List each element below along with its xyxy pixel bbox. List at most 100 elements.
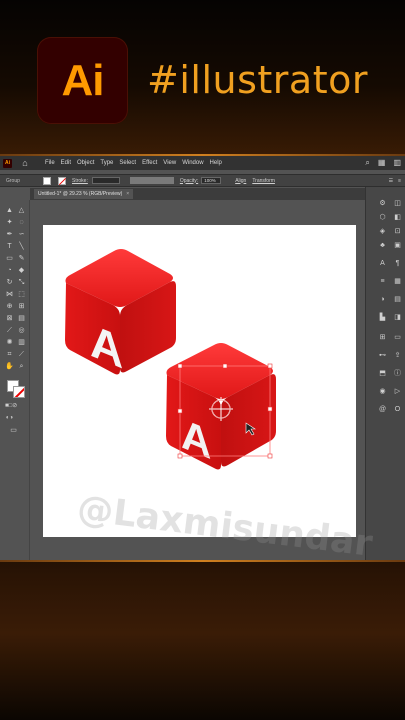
menu-file[interactable]: File xyxy=(45,160,55,166)
transparency-icon[interactable]: ◑ xyxy=(378,295,387,304)
hashtag-title: #illustrator xyxy=(147,58,368,102)
blend-tool-icon[interactable]: ◎ xyxy=(17,326,26,335)
bbox-handle-top[interactable] xyxy=(222,363,228,369)
tools-panel: ▲ △ ✦ ◌ ✒ ∽ T ╲ ▭ ✎ ◔ ◆ ↻ ⤡ ⋈ ⬚ ⊕ ⊞ ⊠ ▤ … xyxy=(0,200,30,560)
layers-icon[interactable]: ◫ xyxy=(393,199,402,208)
line-tool-icon[interactable]: ╲ xyxy=(17,242,26,251)
symbols-icon[interactable]: ♣ xyxy=(378,241,387,250)
bbox-handle-tl[interactable] xyxy=(177,363,183,369)
graphic-styles-icon[interactable]: ▣ xyxy=(393,241,402,250)
type-tool-icon[interactable]: T xyxy=(5,242,14,251)
logo-text: Ai xyxy=(61,55,105,105)
menu-help[interactable]: Help xyxy=(210,160,222,166)
stroke-swatch[interactable] xyxy=(58,176,66,185)
hand-tool-icon[interactable]: ✋ xyxy=(5,362,14,371)
artboards-icon[interactable]: ▭ xyxy=(393,333,402,342)
color-icon[interactable]: ◧ xyxy=(393,213,402,222)
artboard-tool-icon[interactable]: ⌗ xyxy=(5,350,14,359)
stroke-weight-field[interactable] xyxy=(91,177,120,184)
free-transform-icon[interactable]: ⬚ xyxy=(17,290,26,299)
properties-icon[interactable]: ⚙ xyxy=(378,199,387,208)
perspective-grid-icon[interactable]: ⊞ xyxy=(17,302,26,311)
document-tab[interactable]: Untitled-1* @ 29.23 % (RGB/Preview) × xyxy=(34,189,134,199)
transform-panel-icon[interactable]: ⊞ xyxy=(378,333,387,342)
distribute-icon[interactable]: ☰ xyxy=(389,178,393,184)
gradient-tool-icon[interactable]: ▤ xyxy=(17,314,26,323)
lasso-tool-icon[interactable]: ◌ xyxy=(17,218,26,227)
scale-tool-icon[interactable]: ⤡ xyxy=(17,278,26,287)
zoom-tool-icon[interactable]: ⌕ xyxy=(17,362,26,371)
shape-builder-icon[interactable]: ⊕ xyxy=(5,302,14,311)
transform-link[interactable]: Transform xyxy=(252,178,275,184)
eyedropper-tool-icon[interactable]: ⟋ xyxy=(5,326,14,335)
variable-width-profile[interactable] xyxy=(129,177,174,184)
libraries-icon[interactable]: ⬡ xyxy=(378,213,387,222)
menu-effect[interactable]: Effect xyxy=(142,160,157,166)
rectangle-tool-icon[interactable]: ▭ xyxy=(5,254,14,263)
opacity-field[interactable]: 100% xyxy=(201,177,222,184)
swatches-icon[interactable]: ◈ xyxy=(378,227,387,236)
opentype-icon[interactable]: O xyxy=(393,405,402,414)
pen-tool-icon[interactable]: ✒ xyxy=(5,230,14,239)
direct-selection-tool-icon[interactable]: △ xyxy=(17,206,26,215)
character-icon[interactable]: A xyxy=(378,259,387,268)
bbox-handle-br[interactable] xyxy=(267,453,273,459)
rotate-tool-icon[interactable]: ↻ xyxy=(5,278,14,287)
align-link[interactable]: Align xyxy=(235,178,246,184)
fill-swatch[interactable] xyxy=(43,176,51,185)
control-bar: Group Stroke: Opacity: 100% Align Transf… xyxy=(0,174,405,187)
gradient-panel-icon[interactable]: ▦ xyxy=(393,277,402,286)
illustrator-logo-icon: Ai xyxy=(37,37,128,124)
symbol-sprayer-icon[interactable]: ✺ xyxy=(5,338,14,347)
align-panel-icon[interactable]: ▙ xyxy=(378,313,387,322)
menu-type[interactable]: Type xyxy=(100,160,113,166)
eraser-tool-icon[interactable]: ◆ xyxy=(17,266,26,275)
menu-items: File Edit Object Type Select Effect View… xyxy=(45,160,228,166)
graph-tool-icon[interactable]: ▥ xyxy=(17,338,26,347)
magic-wand-icon[interactable]: ✦ xyxy=(5,218,14,227)
menu-bar: Ai ⌂ File Edit Object Type Select Effect… xyxy=(0,156,405,170)
bbox-handle-tr[interactable] xyxy=(267,363,273,369)
pathfinder-icon[interactable]: ◨ xyxy=(393,313,402,322)
color-mode-icon[interactable]: ■□⊘ xyxy=(5,402,17,411)
header-banner: Ai #illustrator xyxy=(0,0,405,156)
width-tool-icon[interactable]: ⋈ xyxy=(5,290,14,299)
menu-view[interactable]: View xyxy=(163,160,176,166)
arrange-icon[interactable]: ▥ xyxy=(393,158,401,168)
brushes-icon[interactable]: ⊡ xyxy=(393,227,402,236)
menu-object[interactable]: Object xyxy=(77,160,94,166)
appearance-icon[interactable]: ▤ xyxy=(393,295,402,304)
slice-tool-icon[interactable]: ⟋ xyxy=(17,350,26,359)
menu-window[interactable]: Window xyxy=(182,160,203,166)
links-icon[interactable]: ⊷ xyxy=(378,351,387,360)
navigator-icon[interactable]: ⬒ xyxy=(378,369,387,378)
stroke-color-icon[interactable] xyxy=(13,386,25,398)
bbox-handle-bl[interactable] xyxy=(177,453,183,459)
menu-edit[interactable]: Edit xyxy=(61,160,71,166)
menu-icon[interactable]: ≡ xyxy=(398,178,401,184)
draw-mode-icon[interactable]: ◐◑ xyxy=(5,414,14,423)
stroke-panel-icon[interactable]: ≡ xyxy=(378,277,387,286)
bbox-handle-left[interactable] xyxy=(177,408,183,414)
close-tab-icon[interactable]: × xyxy=(126,191,129,197)
control-bar-right: ☰ ≡ xyxy=(389,178,401,184)
home-icon[interactable]: ⌂ xyxy=(19,157,31,169)
curvature-tool-icon[interactable]: ∽ xyxy=(17,230,26,239)
opacity-label[interactable]: Opacity: xyxy=(180,178,198,184)
workspace-icon[interactable]: ▦ xyxy=(378,158,386,168)
actions-icon[interactable]: ▷ xyxy=(393,387,402,396)
screen-mode-icon[interactable]: ▭ xyxy=(9,426,18,435)
bbox-handle-right[interactable] xyxy=(267,406,273,412)
paintbrush-tool-icon[interactable]: ✎ xyxy=(17,254,26,263)
menu-select[interactable]: Select xyxy=(119,160,136,166)
glyphs-icon[interactable]: @ xyxy=(378,405,387,414)
search-icon[interactable]: ⌕ xyxy=(365,158,369,168)
selection-tool-icon[interactable]: ▲ xyxy=(5,206,14,215)
stroke-label[interactable]: Stroke: xyxy=(72,178,88,184)
mesh-tool-icon[interactable]: ⊠ xyxy=(5,314,14,323)
paragraph-icon[interactable]: ¶ xyxy=(393,259,402,268)
asset-export-icon[interactable]: ⇪ xyxy=(393,351,402,360)
info-icon[interactable]: ⓘ xyxy=(393,369,402,378)
shaper-tool-icon[interactable]: ◔ xyxy=(5,266,14,275)
image-trace-icon[interactable]: ◉ xyxy=(378,387,387,396)
